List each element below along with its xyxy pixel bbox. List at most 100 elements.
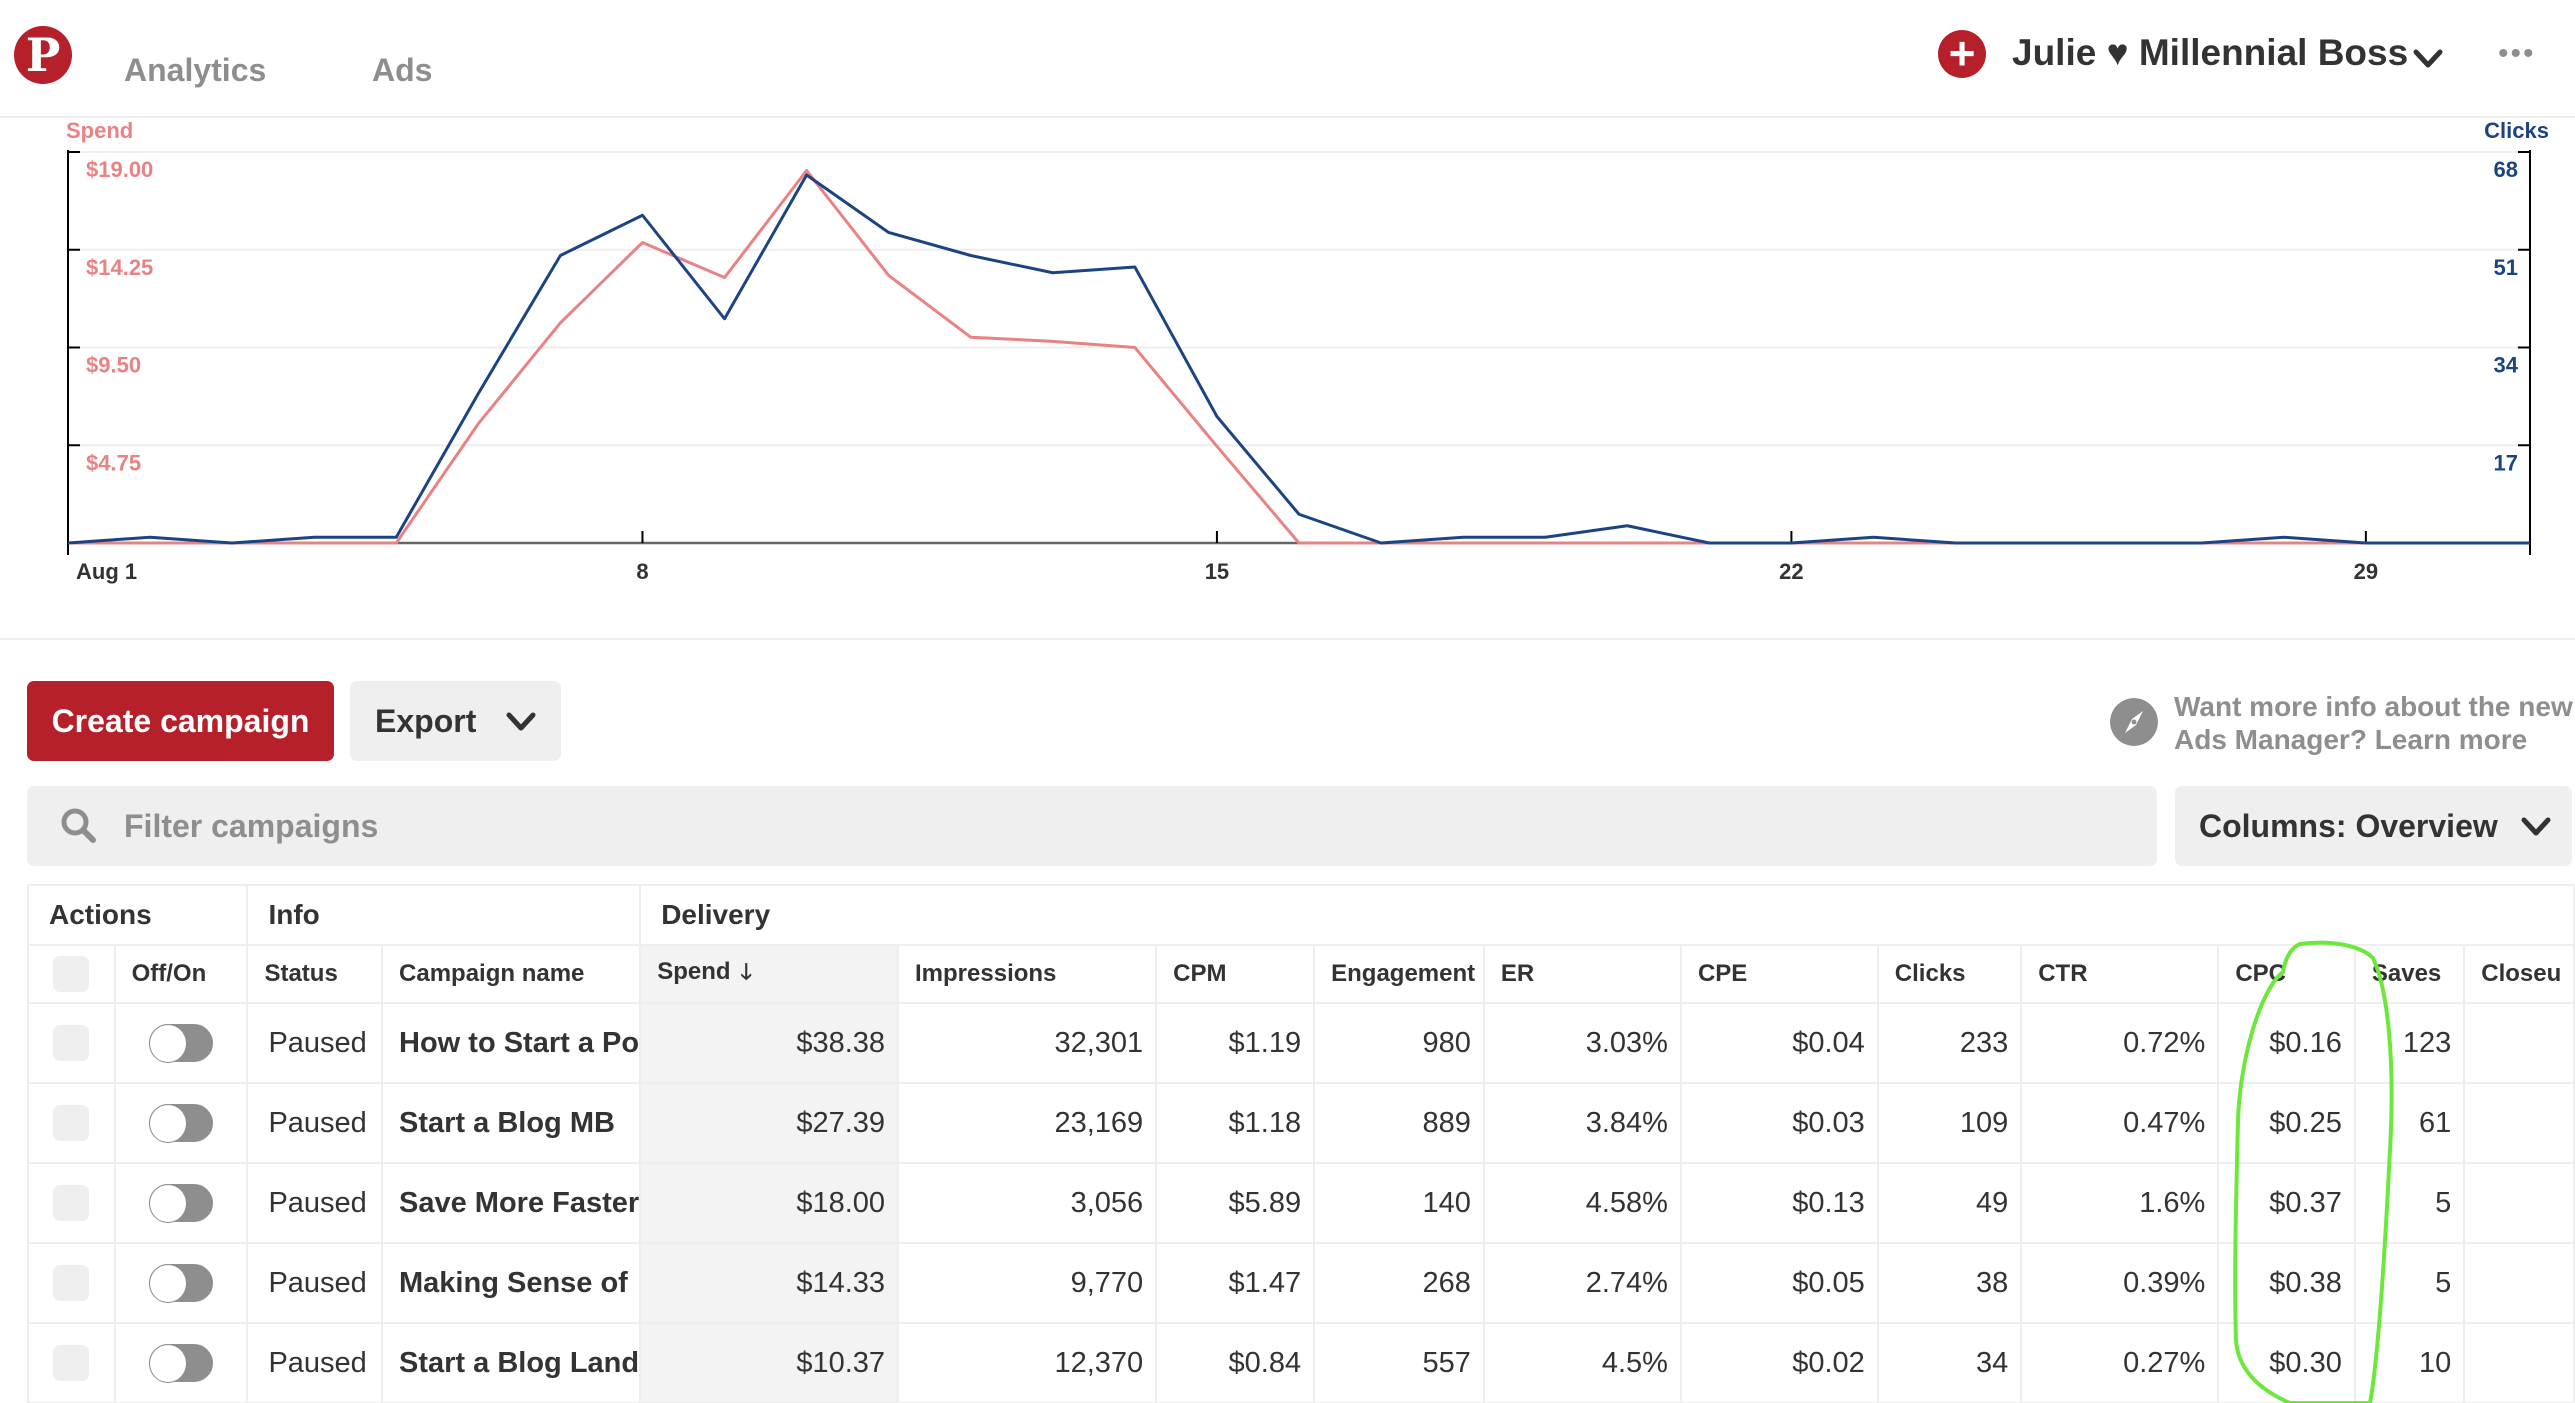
cell-cpc: $0.16	[2217, 1002, 2356, 1084]
cell-engagement: 140	[1313, 1162, 1485, 1244]
campaign-on-off-toggle[interactable]	[149, 1264, 214, 1303]
row-select-cell[interactable]	[27, 1082, 116, 1164]
campaign-on-off-toggle[interactable]	[149, 1344, 214, 1383]
cell-er: 4.5%	[1482, 1322, 1682, 1403]
top-nav-bar: P Analytics Ads + Julie ♥ Millennial Bos…	[0, 0, 2575, 118]
cell-status: Paused	[246, 1242, 384, 1324]
cell-impressions: 3,056	[897, 1162, 1158, 1244]
cell-cpe: $0.04	[1679, 1002, 1879, 1084]
export-label: Export	[375, 703, 477, 739]
cell-ctr: 1.6%	[2020, 1162, 2220, 1244]
row-checkbox[interactable]	[53, 1185, 90, 1221]
select-all-checkbox[interactable]	[53, 956, 90, 992]
cell-ctr: 0.27%	[2020, 1322, 2220, 1403]
x-tick-label: 15	[1205, 559, 1229, 584]
row-toggle-cell[interactable]	[113, 1242, 249, 1324]
row-checkbox[interactable]	[53, 1025, 90, 1061]
cell-campaign-name[interactable]: How to Start a Po	[381, 1002, 642, 1084]
table-row[interactable]: Paused Making Sense of $14.33 9,770 $1.47 268…	[27, 1242, 2575, 1324]
table-row[interactable]: Paused How to Start a Po $38.38 32,301 $1.19…	[27, 1002, 2575, 1084]
header-cpe[interactable]: CPE	[1679, 944, 1879, 1004]
row-select-cell[interactable]	[27, 1322, 116, 1403]
row-toggle-cell[interactable]	[113, 1162, 249, 1244]
cell-cpc: $0.30	[2217, 1322, 2356, 1403]
header-spend-label: Spend	[657, 958, 731, 985]
cell-campaign-name[interactable]: Start a Blog Land	[381, 1322, 642, 1403]
info-line-2: Ads Manager? Learn more	[2174, 724, 2528, 755]
campaigns-table: Actions Info Delivery Off/On Status Camp…	[27, 884, 2575, 1403]
cell-er: 3.03%	[1482, 1002, 1682, 1084]
compass-icon	[2110, 698, 2158, 746]
info-line-1: Want more info about the new	[2174, 691, 2573, 722]
spend-clicks-chart: Spend Clicks $19.00 $14.25 $9.50 $4.75 68 51 3…	[0, 118, 2575, 638]
cell-clicks: 38	[1876, 1242, 2023, 1324]
add-plus-icon[interactable]: +	[1938, 30, 1986, 78]
header-impressions[interactable]: Impressions	[897, 944, 1158, 1004]
y-right-tick-label: 68	[2494, 157, 2518, 182]
row-select-cell[interactable]	[27, 1002, 116, 1084]
filter-campaigns-input[interactable]	[124, 786, 2024, 866]
cell-closeups	[2463, 1162, 2575, 1244]
header-er[interactable]: ER	[1482, 944, 1682, 1004]
x-tick-label: Aug 1	[76, 559, 137, 584]
y-left-tick-label: $4.75	[86, 450, 141, 475]
header-closeups[interactable]: Closeu	[2463, 944, 2575, 1004]
cell-status: Paused	[246, 1162, 384, 1244]
campaign-on-off-toggle[interactable]	[149, 1024, 214, 1063]
cell-closeups	[2463, 1322, 2575, 1403]
nav-analytics[interactable]: Analytics	[124, 52, 266, 89]
cell-status: Paused	[246, 1082, 384, 1164]
cell-clicks: 233	[1876, 1002, 2023, 1084]
cell-campaign-name[interactable]: Making Sense of	[381, 1242, 642, 1324]
row-toggle-cell[interactable]	[113, 1082, 249, 1164]
row-toggle-cell[interactable]	[113, 1002, 249, 1084]
cell-cpm: $1.18	[1155, 1082, 1316, 1164]
row-toggle-cell[interactable]	[113, 1322, 249, 1403]
chevron-down-icon	[2521, 817, 2551, 836]
cell-cpe: $0.03	[1679, 1082, 1879, 1164]
header-cpm[interactable]: CPM	[1155, 944, 1316, 1004]
export-dropdown-button[interactable]: Export	[350, 681, 561, 761]
cell-engagement: 268	[1313, 1242, 1485, 1324]
cell-cpc: $0.38	[2217, 1242, 2356, 1324]
row-select-cell[interactable]	[27, 1162, 116, 1244]
cell-er: 2.74%	[1482, 1242, 1682, 1324]
header-off-on: Off/On	[113, 944, 249, 1004]
pinterest-logo-icon[interactable]: P	[14, 26, 72, 84]
columns-dropdown[interactable]: Columns: Overview	[2175, 786, 2572, 866]
cell-engagement: 889	[1313, 1082, 1485, 1164]
account-chevron-down-icon[interactable]	[2410, 40, 2446, 76]
campaign-on-off-toggle[interactable]	[149, 1104, 214, 1143]
row-checkbox[interactable]	[53, 1265, 90, 1301]
account-name[interactable]: Julie ♥ Millennial Boss	[2012, 32, 2408, 74]
y-right-tick-label: 51	[2494, 255, 2518, 280]
y-right-tick-label: 34	[2494, 353, 2519, 378]
create-campaign-button[interactable]: Create campaign	[27, 681, 334, 761]
header-select-all[interactable]	[27, 944, 116, 1004]
header-cpc[interactable]: CPC	[2217, 944, 2356, 1004]
header-saves[interactable]: Saves	[2353, 944, 2466, 1004]
header-clicks[interactable]: Clicks	[1876, 944, 2023, 1004]
header-spend[interactable]: Spend 🡓	[639, 944, 900, 1004]
cell-clicks: 49	[1876, 1162, 2023, 1244]
header-ctr[interactable]: CTR	[2020, 944, 2220, 1004]
ads-manager-info-link[interactable]: Want more info about the new Ads Manager…	[2174, 690, 2573, 756]
header-engagement[interactable]: Engagement	[1313, 944, 1485, 1004]
group-actions: Actions	[27, 884, 249, 946]
campaign-on-off-toggle[interactable]	[149, 1184, 214, 1223]
cell-campaign-name[interactable]: Save More Faster	[381, 1162, 642, 1244]
filter-campaigns-box[interactable]	[27, 786, 2157, 866]
row-checkbox[interactable]	[53, 1345, 90, 1381]
row-checkbox[interactable]	[53, 1105, 90, 1141]
cell-cpm: $1.47	[1155, 1242, 1316, 1324]
cell-ctr: 0.39%	[2020, 1242, 2220, 1324]
cell-campaign-name[interactable]: Start a Blog MB	[381, 1082, 642, 1164]
table-row[interactable]: Paused Start a Blog Land $10.37 12,370 $0.84…	[27, 1322, 2575, 1403]
table-row[interactable]: Paused Save More Faster $18.00 3,056 $5.89 14…	[27, 1162, 2575, 1244]
more-options-icon[interactable]: •••	[2498, 39, 2536, 69]
header-status[interactable]: Status	[246, 944, 384, 1004]
row-select-cell[interactable]	[27, 1242, 116, 1324]
nav-ads[interactable]: Ads	[372, 52, 432, 89]
header-campaign-name[interactable]: Campaign name	[381, 944, 642, 1004]
table-row[interactable]: Paused Start a Blog MB $27.39 23,169 $1.18 88…	[27, 1082, 2575, 1164]
